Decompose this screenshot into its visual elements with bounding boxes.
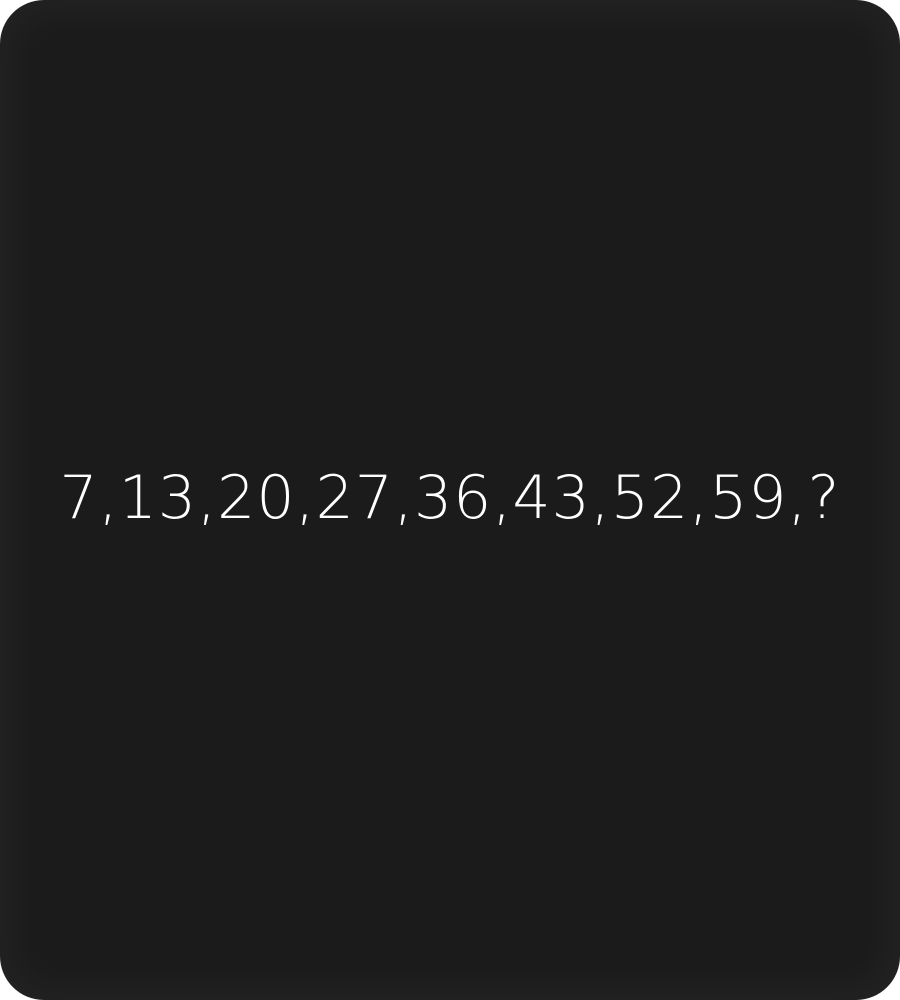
puzzle-card: 7,13,20,27,36,43,52,59,? [0,0,900,1000]
number-sequence: 7,13,20,27,36,43,52,59,? [59,463,841,533]
